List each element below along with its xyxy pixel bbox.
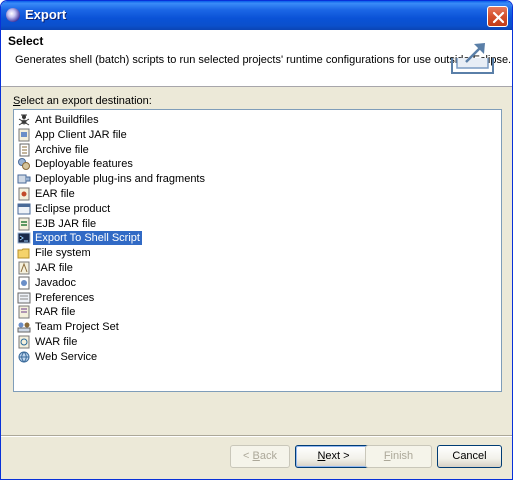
list-item-label: Ant Buildfiles [35,114,99,126]
list-item-label: App Client JAR file [35,128,127,141]
web-service-icon [17,350,32,364]
close-button[interactable] [487,6,508,27]
list-item[interactable]: Team Project Set [14,320,501,335]
list-item[interactable]: App Client JAR file [14,128,501,143]
wizard-header: Select Generates shell (batch) scripts t… [1,30,512,87]
list-item-label: Deployable plug-ins and fragments [35,173,205,186]
list-item-label: Deployable features [35,158,133,171]
list-item[interactable]: EAR file [14,187,501,202]
deployable-features-icon [17,157,32,171]
destination-label: Select an export destination: [13,95,152,107]
eclipse-icon [6,8,20,22]
next-button[interactable]: Next > [295,445,372,468]
export-dialog: Export Select Generates shell (batch) sc… [0,0,513,480]
page-title: Select [8,34,44,48]
cancel-button[interactable]: Cancel [437,445,502,468]
list-item[interactable]: Deployable plug-ins and fragments [14,172,501,187]
export-wizard-icon [451,43,494,74]
list-item[interactable]: Preferences [14,291,501,306]
button-bar-separator [1,435,512,437]
war-file-icon [17,335,32,349]
list-item[interactable]: Export To Shell Script [14,231,501,246]
archive-file-icon [17,143,32,157]
list-item-label: EJB JAR file [35,217,97,230]
list-item-label: File system [35,247,91,260]
ejb-jar-icon [17,217,32,231]
list-item-label: Export To Shell Script [33,231,142,246]
window-title: Export [25,7,67,22]
list-item[interactable]: Web Service [14,350,501,365]
rar-file-icon [17,305,32,319]
deployable-plugins-icon [17,172,32,186]
list-item[interactable]: RAR file [14,305,501,320]
list-item[interactable]: Ant Buildfiles [14,113,501,128]
list-item[interactable]: File system [14,246,501,261]
team-project-set-icon [17,320,32,334]
list-item-label: WAR file [35,335,78,348]
list-item[interactable]: EJB JAR file [14,217,501,232]
list-item[interactable]: WAR file [14,335,501,350]
folder-icon [17,246,32,260]
list-item[interactable]: Archive file [14,143,501,158]
list-item-label: JAR file [35,261,73,274]
list-item-label: Archive file [35,143,89,156]
title-bar[interactable]: Export [1,1,512,30]
preferences-icon [17,291,32,305]
list-item[interactable]: JAR file [14,261,501,276]
back-button[interactable]: < Back [230,445,290,468]
close-icon [492,11,505,24]
ant-icon [17,113,32,127]
app-client-jar-icon [17,128,32,142]
ear-file-icon [17,187,32,201]
finish-button[interactable]: Finish [365,445,432,468]
list-item-label: EAR file [35,187,75,200]
list-item-label: Team Project Set [35,321,119,334]
jar-file-icon [17,261,32,275]
list-item-label: RAR file [35,306,76,319]
destination-tree[interactable]: Ant Buildfiles App Client JAR file Archive… [13,109,502,392]
list-item-label: Javadoc [35,276,76,289]
list-item-label: Preferences [35,291,95,304]
list-item[interactable]: Eclipse product [14,202,501,217]
javadoc-icon [17,276,32,290]
list-item-label: Eclipse product [35,202,111,215]
list-item-label: Web Service [35,350,98,363]
page-description: Generates shell (batch) scripts to run s… [15,54,512,66]
shell-script-icon [17,231,32,245]
list-item[interactable]: Javadoc [14,276,501,291]
list-item[interactable]: Deployable features [14,157,501,172]
eclipse-product-icon [17,202,32,216]
